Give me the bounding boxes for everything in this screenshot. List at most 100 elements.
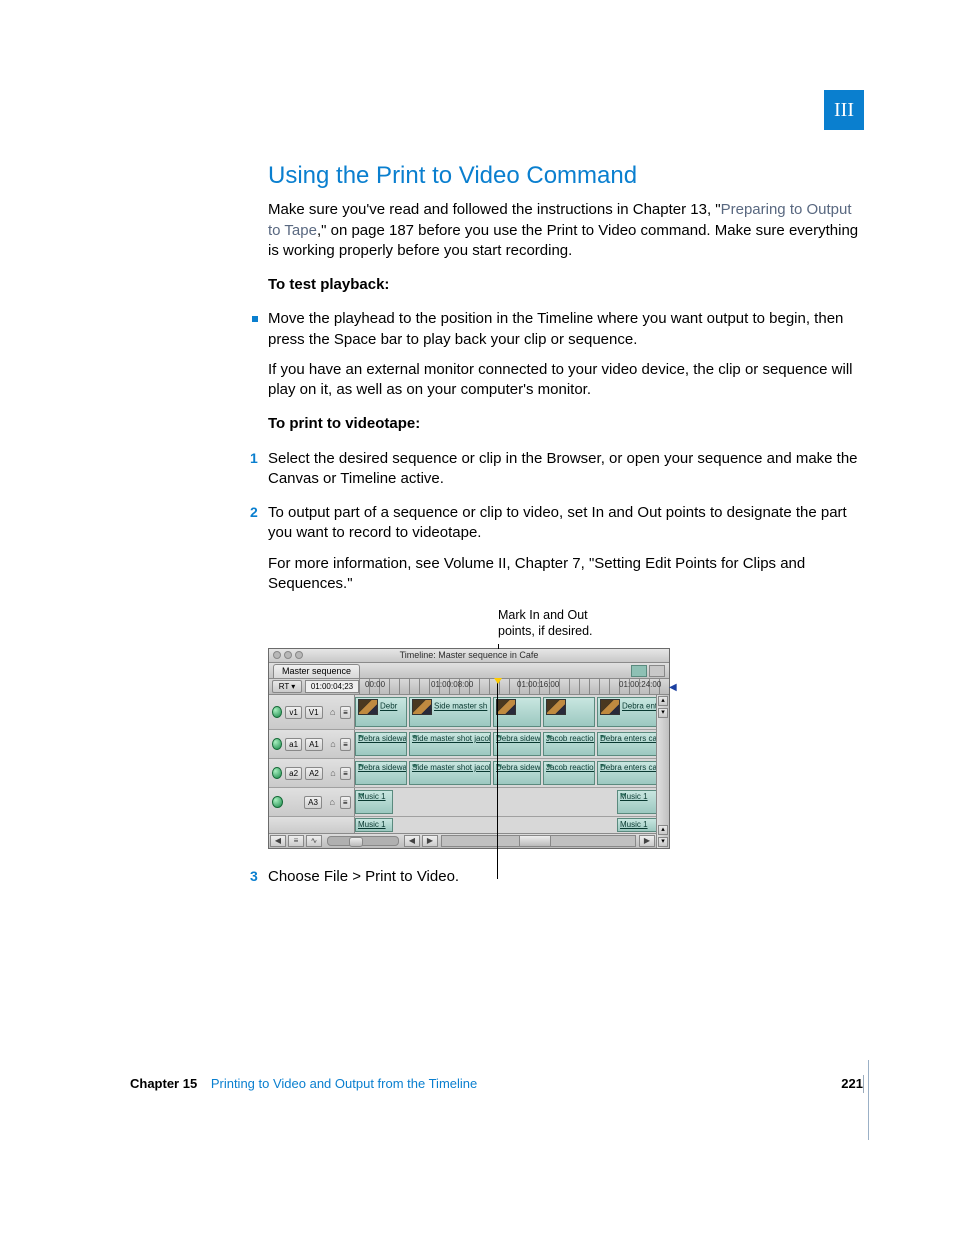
track-toggle: ≡ bbox=[340, 738, 351, 751]
step-2-text: To output part of a sequence or clip to … bbox=[268, 504, 847, 541]
audio-clip: ▾▾Debra sidewa bbox=[493, 732, 541, 756]
timeline-tracks: v1 V1 ⌂ ≡ Debr Side master sh bbox=[269, 695, 656, 834]
timeline-tab-row: Master sequence bbox=[269, 663, 669, 679]
track-header-v1: v1 V1 ⌂ ≡ bbox=[269, 695, 355, 729]
lock-icon: ⌂ bbox=[328, 797, 337, 807]
margin-rule bbox=[868, 1060, 869, 1140]
step-number: 1 bbox=[250, 449, 258, 468]
enable-led-icon bbox=[272, 706, 282, 718]
track-dest: A1 bbox=[305, 738, 323, 751]
track-content-v1: Debr Side master sh Debra enter bbox=[355, 695, 656, 729]
enable-led-icon bbox=[272, 738, 282, 750]
track-content-a1: ▾▾Debra sidewalking ▾▾Side master shot j… bbox=[355, 730, 656, 758]
video-clip: Debra enter bbox=[597, 697, 656, 727]
bullet-item: Move the playhead to the position in the… bbox=[268, 309, 864, 400]
track-content-a3: ▾▾Music 1 ▾▾Music 1 bbox=[355, 788, 656, 816]
window-controls bbox=[273, 651, 303, 659]
out-point-marker-icon: ◀ bbox=[669, 681, 677, 695]
timeline-title: Timeline: Master sequence in Cafe bbox=[400, 650, 539, 660]
track-header-a3: A3 ⌂ ≡ bbox=[269, 788, 355, 816]
audio-clip: ▾▾Debra sidewa bbox=[493, 761, 541, 785]
track-src: a2 bbox=[285, 767, 302, 780]
track-content-a4: Music 1 Music 1 bbox=[355, 817, 656, 833]
enable-led-icon bbox=[272, 767, 282, 779]
audio-clip: Music 1 bbox=[355, 818, 393, 832]
timeline-footer: ◀ ≡ ∿ ◀ ▶ ▶ bbox=[269, 834, 656, 848]
page-footer: Chapter 15 Printing to Video and Output … bbox=[130, 1075, 864, 1093]
footer-btn: ◀ bbox=[404, 835, 420, 847]
audio-clip: ▾▾Music 1 bbox=[355, 790, 393, 814]
track-toggle: ≡ bbox=[340, 706, 351, 719]
ruler-tick: 00:00 bbox=[365, 680, 385, 691]
subheading-test-playback: To test playback: bbox=[268, 276, 389, 293]
track-dest: V1 bbox=[305, 706, 323, 719]
footer-btn: ▶ bbox=[639, 835, 655, 847]
subheading-print-videotape: To print to videotape: bbox=[268, 415, 420, 432]
track-src: a1 bbox=[285, 738, 302, 751]
step-3-text: Choose File > Print to Video. bbox=[268, 868, 459, 885]
audio-clip: ▾▾Side master shot jacob MS bbox=[409, 732, 491, 756]
chapter-label: Chapter 15 bbox=[130, 1076, 197, 1091]
track-dest: A3 bbox=[304, 796, 322, 809]
footer-btn: ∿ bbox=[306, 835, 322, 847]
track-src: v1 bbox=[285, 706, 301, 719]
lock-icon: ⌂ bbox=[329, 707, 337, 717]
bullet-followup: If you have an external monitor connecte… bbox=[268, 360, 864, 401]
page-number: 221 bbox=[841, 1075, 863, 1093]
ruler-tick: 01:00:08:00 bbox=[431, 680, 473, 691]
step-2: 2 To output part of a sequence or clip t… bbox=[268, 503, 864, 594]
audio-clip: ▾▾Debra enters cafe WS bbox=[597, 761, 656, 785]
audio-clip: ▾▾Debra enters cafe WS bbox=[597, 732, 656, 756]
step-1: 1 Select the desired sequence or clip in… bbox=[268, 449, 864, 490]
sequence-tab: Master sequence bbox=[273, 664, 360, 678]
step-number: 3 bbox=[250, 867, 258, 886]
audio-clip: Music 1 bbox=[617, 818, 656, 832]
video-clip: Debr bbox=[355, 697, 407, 727]
timeline-titlebar: Timeline: Master sequence in Cafe bbox=[269, 649, 669, 663]
step-3: 3 Choose File > Print to Video. bbox=[268, 867, 864, 887]
track-toggle: ≡ bbox=[340, 796, 351, 809]
audio-clip: ▾▾Side master shot jacob MS bbox=[409, 761, 491, 785]
audio-clip: ▾▾Debra sidewalking bbox=[355, 761, 407, 785]
audio-clip: ▾▾Jacob reaction bbox=[543, 732, 595, 756]
step-number: 2 bbox=[250, 503, 258, 522]
step-2-followup: For more information, see Volume II, Cha… bbox=[268, 554, 864, 595]
playhead-icon bbox=[497, 679, 498, 879]
timecode-display: 01:00:04;23 bbox=[305, 680, 359, 693]
video-clip: Side master sh bbox=[409, 697, 491, 727]
audio-clip: ▾▾Music 1 bbox=[617, 790, 656, 814]
track-header-a4 bbox=[269, 817, 355, 833]
horizontal-scrollbar bbox=[441, 835, 636, 847]
footer-btn: ◀ bbox=[270, 835, 286, 847]
footer-btn: ▶ bbox=[422, 835, 438, 847]
video-clip bbox=[543, 697, 595, 727]
intro-text-a: Make sure you've read and followed the i… bbox=[268, 201, 721, 218]
track-content-a2: ▾▾Debra sidewalking ▾▾Side master shot j… bbox=[355, 759, 656, 787]
audio-clip: ▾▾Jacob reaction bbox=[543, 761, 595, 785]
ruler-ticks: 00:00 01:00:08:00 01:00:16:00 01:00:24:0… bbox=[359, 679, 669, 694]
intro-text-b: ," on page 187 before you use the Print … bbox=[268, 222, 858, 259]
annotation-line1: Mark In and Out bbox=[498, 608, 588, 622]
lock-icon: ⌂ bbox=[329, 768, 337, 778]
zoom-slider bbox=[327, 836, 399, 846]
ruler-tick: 01:00:24:00 bbox=[619, 680, 661, 691]
enable-led-icon bbox=[272, 796, 283, 808]
track-dest: A2 bbox=[305, 767, 323, 780]
timeline-ruler: RT ▾ 01:00:04;23 00:00 01:00:08:00 01:00… bbox=[269, 679, 669, 695]
track-toggle: ≡ bbox=[340, 767, 351, 780]
timeline-screenshot: Timeline: Master sequence in Cafe Master… bbox=[268, 648, 670, 849]
video-clip bbox=[493, 697, 541, 727]
vertical-scrollbar: ▴▾ ▴▾ bbox=[656, 695, 669, 848]
figure: Mark In and Out points, if desired. Time… bbox=[268, 608, 864, 849]
track-header-a2: a2 A2 ⌂ ≡ bbox=[269, 759, 355, 787]
section-tab: III bbox=[824, 90, 864, 130]
footer-btn: ≡ bbox=[288, 835, 304, 847]
rt-button: RT ▾ bbox=[272, 680, 302, 693]
figure-annotation: Mark In and Out points, if desired. bbox=[498, 608, 593, 639]
step-1-text: Select the desired sequence or clip in t… bbox=[268, 450, 858, 487]
intro-paragraph: Make sure you've read and followed the i… bbox=[268, 200, 864, 261]
page-heading: Using the Print to Video Command bbox=[268, 160, 864, 192]
annotation-line2: points, if desired. bbox=[498, 624, 593, 638]
track-header-a1: a1 A1 ⌂ ≡ bbox=[269, 730, 355, 758]
bullet-text: Move the playhead to the position in the… bbox=[268, 310, 843, 347]
